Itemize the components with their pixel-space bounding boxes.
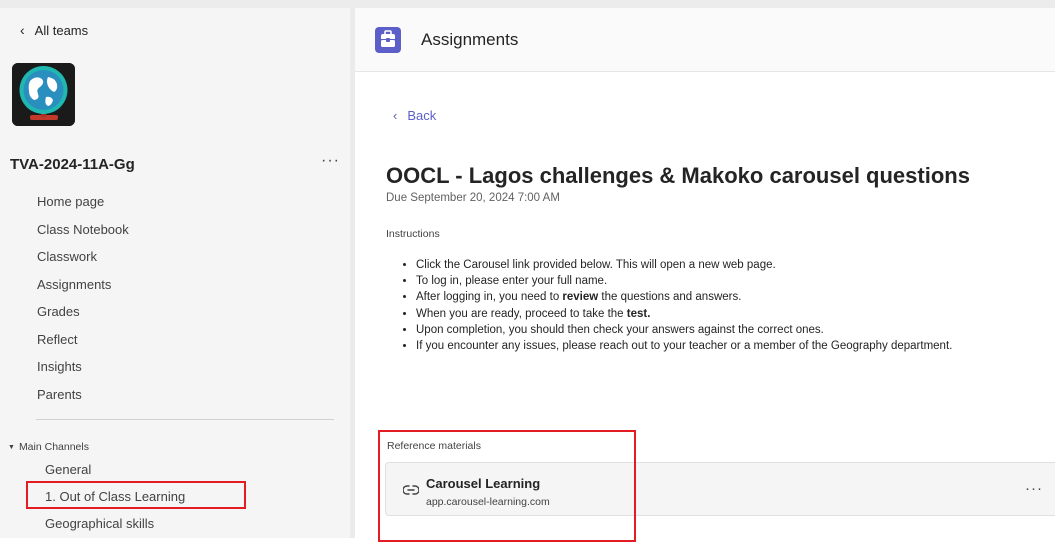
nav-item-assignments[interactable]: Assignments — [37, 271, 129, 299]
nav-item-insights[interactable]: Insights — [37, 353, 129, 381]
channel-geographical-skills[interactable]: Geographical skills — [45, 516, 154, 531]
instructions-label: Instructions — [386, 228, 440, 240]
globe-icon — [12, 63, 75, 126]
sidebar-divider[interactable] — [350, 8, 355, 538]
sidebar-separator — [36, 419, 334, 420]
team-avatar[interactable] — [12, 63, 75, 126]
nav-item-reflect[interactable]: Reflect — [37, 326, 129, 354]
nav-item-classwork[interactable]: Classwork — [37, 243, 129, 271]
instruction-item: Upon completion, you should then check y… — [416, 322, 1055, 338]
instruction-item: After logging in, you need to review the… — [416, 289, 1055, 305]
back-label: Back — [407, 108, 437, 123]
channel-highlight-box — [26, 481, 246, 509]
instruction-item: To log in, please enter your full name. — [416, 273, 1055, 289]
team-more-options-button[interactable]: ··· — [321, 152, 340, 170]
reference-highlight-box — [378, 430, 636, 542]
caret-down-icon: ▼ — [8, 443, 15, 451]
team-nav: Home page Class Notebook Classwork Assig… — [37, 188, 129, 408]
assignments-app-icon — [375, 27, 401, 53]
app-header: Assignments — [355, 8, 1055, 72]
due-date: Due September 20, 2024 7:00 AM — [386, 192, 560, 204]
instruction-item: When you are ready, proceed to take the … — [416, 306, 1055, 322]
top-strip — [0, 0, 1055, 8]
app-title: Assignments — [421, 30, 519, 49]
nav-item-parents[interactable]: Parents — [37, 381, 129, 409]
nav-item-class-notebook[interactable]: Class Notebook — [37, 216, 129, 244]
chevron-left-icon: ‹ — [20, 22, 25, 38]
nav-item-grades[interactable]: Grades — [37, 298, 129, 326]
all-teams-label: All teams — [34, 22, 89, 38]
instruction-item: Click the Carousel link provided below. … — [416, 257, 1055, 273]
assignment-title: OOCL - Lagos challenges & Makoko carouse… — [386, 163, 970, 188]
all-teams-link[interactable]: ‹ All teams — [20, 22, 88, 38]
back-button[interactable]: ‹ Back — [393, 108, 436, 123]
main-channels-toggle[interactable]: ▼ Main Channels — [8, 441, 89, 453]
chevron-left-icon: ‹ — [393, 108, 398, 123]
instructions-list: Click the Carousel link provided below. … — [399, 257, 1055, 354]
nav-item-home-page[interactable]: Home page — [37, 188, 129, 216]
reference-more-options-button[interactable]: ··· — [1025, 480, 1043, 497]
main-channels-label: Main Channels — [18, 441, 89, 453]
channel-general[interactable]: General — [45, 462, 91, 477]
team-name: TVA-2024-11A-Gg — [10, 156, 135, 173]
instruction-item: If you encounter any issues, please reac… — [416, 338, 1055, 354]
